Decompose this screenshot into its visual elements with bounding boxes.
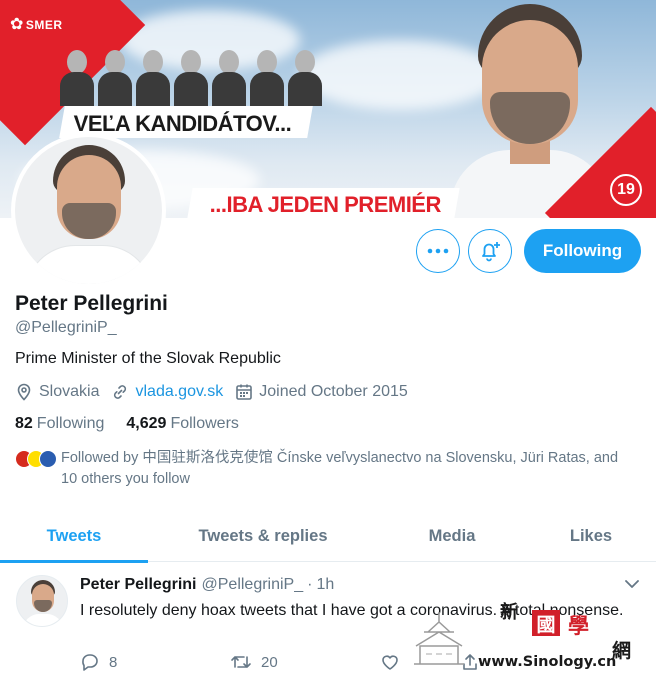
like-button[interactable] [380,652,460,672]
calendar-icon [236,384,253,400]
list-number-badge: 19 [610,174,642,206]
tweet-actions: 8 20 [80,652,489,672]
tweet-text: I resolutely deny hoax tweets that I hav… [80,602,624,619]
tab-tweets-replies[interactable]: Tweets & replies [148,510,378,562]
share-button[interactable] [460,652,489,672]
location-pin-icon [17,383,31,401]
link-icon [114,385,127,399]
tweet-time[interactable]: 1h [316,576,334,594]
reply-icon [82,654,98,671]
chevron-down-icon [625,580,639,588]
tweet-header: Peter Pellegrini @PellegriniP_ · 1h [80,576,334,594]
candidate-figure [250,48,284,106]
mini-avatar [39,450,57,468]
candidate-figure [98,48,132,106]
reply-count: 8 [109,653,118,671]
rose-icon: ✿ [10,16,24,33]
candidate-figure [174,48,208,106]
bell-plus-icon [482,242,500,262]
reply-button[interactable]: 8 [80,652,230,672]
followed-by-text: Followed by 中国驻斯洛伐克使馆 Čínske veľvyslanec… [61,450,619,487]
profile-handle: @PellegriniP_ [15,319,117,336]
tweet-author[interactable]: Peter Pellegrini [80,576,197,594]
retweet-count: 20 [261,653,278,671]
tweet-handle: @PellegriniP_ [201,576,304,593]
website-link[interactable]: vlada.gov.sk [135,383,223,401]
watermark-char: 網 [612,640,632,662]
profile-joined: Joined October 2015 [235,383,408,401]
tweet-separator: · [307,576,313,593]
profile-bio: Prime Minister of the Slovak Republic [15,350,281,367]
retweet-icon [231,656,251,668]
notifications-button[interactable] [468,229,512,273]
more-dots-icon [427,248,449,254]
share-icon [463,654,477,670]
watermark-site: www.Sinology.cn [478,654,617,670]
profile-website[interactable]: vlada.gov.sk [111,383,223,401]
tweet-menu-button[interactable] [624,577,640,595]
tab-tweets[interactable]: Tweets [0,510,148,563]
heart-icon [382,655,398,670]
candidate-photos [60,48,322,106]
candidate-figure [212,48,246,106]
candidate-figure [136,48,170,106]
banner-slogan-bottom: ...IBA JEDEN PREMIÉR [187,188,460,218]
tweet-avatar[interactable] [16,575,68,627]
profile-tabs: Tweets Tweets & replies Media Likes [0,510,656,563]
following-button[interactable]: Following [524,229,641,273]
profile-avatar[interactable] [11,133,166,288]
profile-meta: Slovakia vlada.gov.sk Joined October 201… [15,383,420,401]
profile-name: Peter Pellegrini [15,292,168,315]
candidate-figure [288,48,322,106]
retweet-button[interactable]: 20 [230,652,380,672]
party-logo: ✿ SMER [10,16,63,33]
more-button[interactable] [416,229,460,273]
followers-count-link[interactable]: 4,629 Followers [126,415,239,433]
candidate-figure [60,48,94,106]
tab-media[interactable]: Media [378,510,526,562]
tab-likes[interactable]: Likes [526,510,656,562]
followed-by[interactable]: Followed by 中国驻斯洛伐克使馆 Čínske veľvyslanec… [15,448,645,490]
follow-counts: 82 Following 4,629 Followers [15,415,261,433]
profile-location: Slovakia [15,383,99,401]
followed-by-avatars [15,450,57,490]
following-count-link[interactable]: 82 Following [15,415,104,433]
